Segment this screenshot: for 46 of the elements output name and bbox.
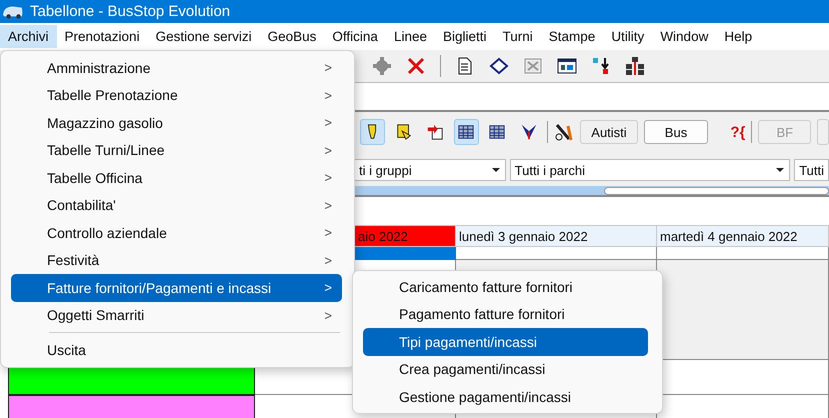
menu-item[interactable]: Amministrazione > [11, 54, 342, 82]
toolbar-button[interactable]: Autisti [580, 120, 638, 144]
menu-item[interactable]: Crea pagamenti/incassi [363, 356, 648, 383]
menu-bar-item[interactable]: Window [652, 25, 716, 48]
filter-dropdown[interactable]: Tutti i parchi [510, 159, 790, 181]
date-header-cell: martedì 4 gennaio 2022 [657, 225, 829, 247]
menu-bar-item[interactable]: Officina [324, 25, 386, 48]
menu-bar-item[interactable]: Linee [386, 25, 435, 48]
window-title: Tabellone - BusStop Evolution [30, 3, 230, 20]
close-icon[interactable] [406, 56, 426, 76]
menu-bar-item[interactable]: Biglietti [434, 25, 495, 48]
menu-item[interactable]: Caricamento fatture fornitori [363, 273, 648, 300]
menu-item[interactable]: Contabilita' > [11, 192, 342, 219]
menu-bar-item[interactable]: Turni [494, 25, 541, 48]
menu-item[interactable]: Oggetti Smarriti > [11, 302, 342, 329]
menu-item[interactable]: Gestione pagamenti/incassi [363, 383, 648, 410]
table-icon[interactable] [454, 119, 479, 145]
menu-item[interactable]: Tabelle Prenotazione > [11, 82, 342, 109]
menu-bar-item[interactable]: GeoBus [260, 25, 324, 48]
date-header-cell: lunedì 3 gennaio 2022 [456, 225, 657, 247]
bus-icon [2, 4, 24, 20]
filter-dropdown[interactable]: Tutti [794, 159, 829, 181]
scrollbar-thumb[interactable] [604, 187, 829, 195]
tools-icon[interactable] [554, 122, 574, 142]
dropdown-arrow-icon[interactable] [775, 167, 786, 173]
menu-item[interactable]: Magazzino gasolio > [11, 109, 342, 136]
menu-item[interactable]: Tabelle Officina > [11, 164, 342, 192]
menu-bar-item[interactable]: Utility [603, 25, 652, 48]
dropdown-arrow-icon[interactable] [490, 167, 501, 173]
help-button[interactable]: ?{ [730, 124, 746, 140]
menu-item[interactable]: Tipi pagamenti/incassi [363, 328, 648, 356]
gear-icon[interactable] [372, 56, 392, 76]
menu-item[interactable]: Fatture fornitori/Pagamenti e incassi > [11, 274, 342, 302]
menu-item[interactable]: Tabelle Turni/Linee > [11, 136, 342, 164]
menu-bar-item[interactable]: Stampe [540, 25, 604, 48]
menu-bar-item[interactable]: Prenotazioni [56, 25, 148, 48]
menu-item[interactable]: Festività > [11, 246, 342, 274]
toolbar-button[interactable]: Bus [644, 120, 708, 144]
menu-bar-item[interactable]: Archivi [0, 25, 57, 48]
menu-item[interactable]: Pagamento fatture fornitori [363, 300, 648, 328]
menu-bar-item[interactable]: Gestione servizi [148, 25, 260, 48]
menu-item[interactable]: Uscita [11, 336, 342, 364]
network-icon[interactable] [625, 56, 645, 76]
window-icon[interactable] [557, 56, 577, 76]
transfer-icon[interactable] [591, 56, 611, 76]
menu-bar-item[interactable]: Help [716, 25, 760, 48]
